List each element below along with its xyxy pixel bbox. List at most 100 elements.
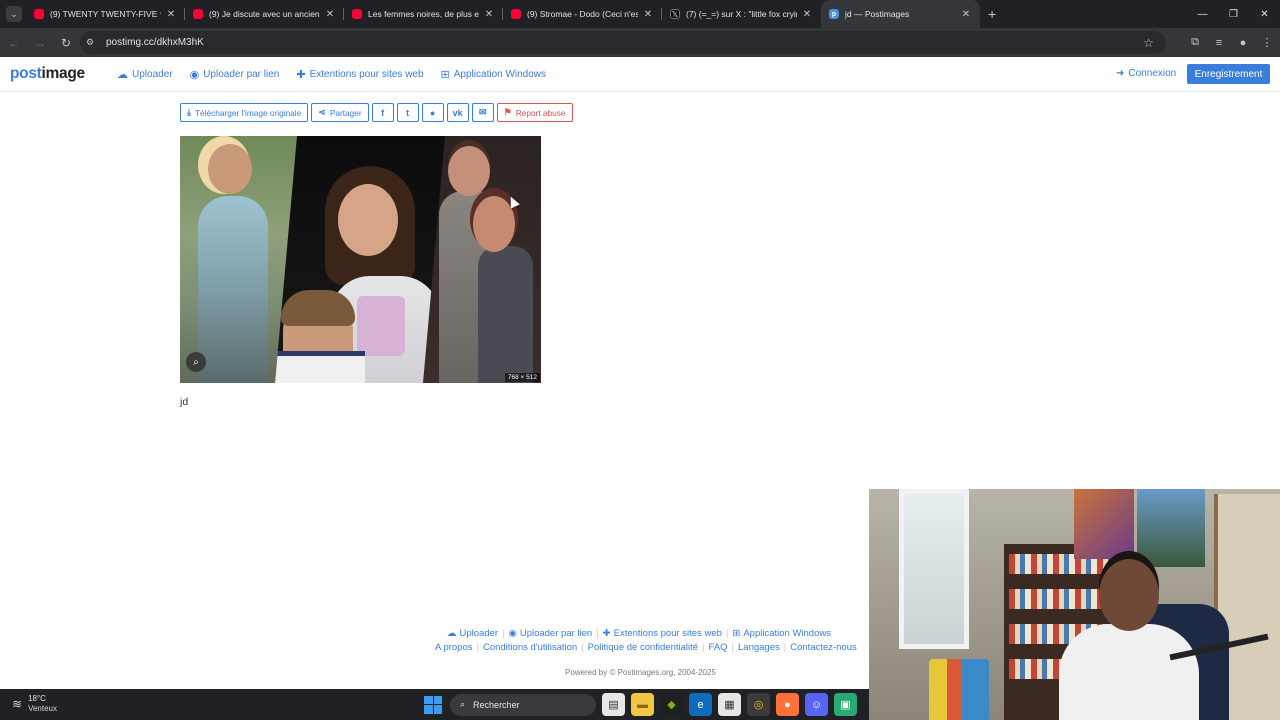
media-controls-icon[interactable]: ≡: [1210, 34, 1228, 52]
bookmark-star-icon[interactable]: ☆: [1143, 36, 1154, 50]
restore-icon[interactable]: ❐: [1218, 0, 1249, 28]
wind-icon: ≋: [12, 697, 23, 711]
new-tab-icon[interactable]: +: [988, 6, 996, 22]
footer-separator: |: [783, 642, 787, 653]
email-share-button[interactable]: ✉: [471, 103, 494, 122]
footer-conditions[interactable]: Conditions d'utilisation: [483, 642, 577, 653]
footer-separator: |: [731, 642, 735, 653]
browser-tab[interactable]: (9) Je discute avec un ancien de ✕: [185, 0, 344, 28]
webcam-scene: [1099, 559, 1159, 631]
tab-title: (9) TWENTY TWENTY-FIVE ⭐: [50, 8, 161, 19]
report-abuse-button[interactable]: ⚑ Report abuse: [496, 103, 573, 122]
facebook-share-button[interactable]: f: [371, 103, 394, 122]
footer-extensions[interactable]: ✚ Extentions pour sites web: [603, 628, 722, 639]
download-label: Télécharger l'image originale: [194, 107, 302, 118]
tab-search-chevron-icon[interactable]: ⌄: [6, 6, 22, 22]
app-icon[interactable]: ▣: [834, 693, 857, 716]
footer-link-label: Uploader par lien: [519, 628, 593, 639]
footer-link-label: Uploader: [459, 628, 499, 639]
taskbar-search[interactable]: ⌕ Rechercher: [450, 693, 596, 716]
file-icon[interactable]: ▤: [602, 693, 625, 716]
download-original-button[interactable]: ⤓ Télécharger l'image originale: [180, 103, 309, 122]
youtube-icon: [511, 9, 521, 19]
browser-tab[interactable]: 𝕏 (7) (=_=) sur X : "little fox crying ✕: [662, 0, 821, 28]
nav-extensions[interactable]: ✚ Extentions pour sites web: [296, 68, 423, 81]
nav-uploader-par-lien[interactable]: ◉ Uploader par lien: [190, 68, 280, 81]
footer-link-label: Application Windows: [743, 628, 831, 639]
browser-tab[interactable]: Les femmes noires, de plus en ✕: [344, 0, 503, 28]
vk-icon: vk: [452, 107, 463, 118]
postimage-logo[interactable]: postimage: [10, 65, 85, 83]
share-button[interactable]: ⋖ Partager: [311, 103, 369, 122]
puzzle-icon: ✚: [602, 628, 611, 639]
weather-widget[interactable]: ≋ 18°C Venteux: [12, 694, 57, 714]
discord-icon[interactable]: ☺: [805, 693, 828, 716]
footer-uploader-par-lien[interactable]: ◉ Uploader par lien: [509, 628, 593, 639]
nav-application-windows[interactable]: ⊞ Application Windows: [441, 68, 546, 81]
firefox-icon[interactable]: ●: [776, 693, 799, 716]
browser-tab[interactable]: (9) TWENTY TWENTY-FIVE ⭐ ✕: [26, 0, 185, 28]
tab-close-icon[interactable]: ✕: [324, 9, 336, 20]
footer-separator: |: [502, 628, 505, 639]
footer-uploader[interactable]: ☁ Uploader: [447, 628, 498, 639]
tab-close-icon[interactable]: ✕: [165, 9, 177, 20]
start-tile: [433, 695, 442, 704]
site-info-icon[interactable]: ⚙: [86, 37, 100, 48]
footer-application-windows[interactable]: ⊞ Application Windows: [732, 628, 831, 639]
browser-tab[interactable]: (9) Stromae - Dodo (Ceci n'est p ✕: [503, 0, 662, 28]
nvidia-icon[interactable]: ◆: [660, 693, 683, 716]
footer-a-propos[interactable]: A propos: [435, 642, 473, 653]
reload-icon[interactable]: ↻: [54, 31, 78, 55]
forward-icon[interactable]: →: [28, 31, 52, 55]
windows-icon: ⊞: [440, 69, 450, 81]
main-nav: ☁ Uploader ◉ Uploader par lien ✚ Extentions…: [117, 68, 546, 81]
webcam-scene: [1137, 489, 1205, 567]
store-icon[interactable]: ▦: [718, 693, 741, 716]
connexion-link[interactable]: ➜ Connexion: [1116, 68, 1176, 79]
window-controls: — ❐ ✕: [1187, 0, 1280, 28]
minimize-icon[interactable]: —: [1187, 0, 1218, 28]
menu-kebab-icon[interactable]: ⋮: [1258, 34, 1276, 52]
twitter-share-button[interactable]: t: [396, 103, 419, 122]
footer-politique[interactable]: Politique de confidentialité: [588, 642, 698, 653]
reddit-share-button[interactable]: ●: [421, 103, 444, 122]
share-label: Partager: [329, 107, 362, 118]
footer-separator: |: [725, 628, 729, 639]
folder-icon[interactable]: ▬: [631, 693, 654, 716]
nav-label: Extentions pour sites web: [309, 69, 424, 80]
nav-label: Application Windows: [453, 69, 547, 80]
nav-uploader[interactable]: ☁ Uploader: [117, 68, 173, 81]
puzzle-icon: ✚: [296, 69, 306, 81]
youtube-icon: [193, 9, 203, 19]
footer-separator: |: [476, 642, 479, 653]
footer-contact[interactable]: Contactez-nous: [790, 642, 857, 653]
lens-search-icon[interactable]: ⌕: [186, 352, 206, 372]
close-window-icon[interactable]: ✕: [1249, 0, 1280, 28]
uploaded-image[interactable]: ⌕ 768 × 512: [180, 136, 541, 383]
footer-langages[interactable]: Langages: [738, 642, 780, 653]
youtube-icon: [352, 9, 362, 19]
footer-faq[interactable]: FAQ: [709, 642, 728, 653]
tab-title: (9) Je discute avec un ancien de: [209, 9, 320, 19]
tab-close-icon[interactable]: ✕: [483, 9, 495, 20]
profile-avatar-icon[interactable]: ●: [1234, 34, 1252, 52]
connexion-label: Connexion: [1128, 68, 1177, 79]
webcam-scene: [1059, 624, 1199, 720]
tab-close-icon[interactable]: ✕: [642, 9, 654, 20]
vk-share-button[interactable]: vk: [446, 103, 469, 122]
browser-tab-active[interactable]: p jd — Postimages ✕: [821, 0, 980, 28]
tab-close-icon[interactable]: ✕: [960, 9, 972, 20]
tab-close-icon[interactable]: ✕: [801, 9, 813, 20]
register-button[interactable]: Enregistrement: [1187, 64, 1270, 84]
back-icon[interactable]: ←: [2, 31, 26, 55]
nav-label: Uploader par lien: [203, 69, 280, 80]
windows-taskbar: ≋ 18°C Venteux ⌕ Rechercher ▤ ▬ ◆ e ▦ ◎ ●…: [0, 689, 869, 720]
extensions-icon[interactable]: ⧉: [1186, 34, 1204, 52]
edge-icon[interactable]: e: [689, 693, 712, 716]
photo-figure: [198, 196, 268, 383]
image-dimensions: 768 × 512: [504, 373, 540, 382]
chrome-icon[interactable]: ◎: [747, 693, 770, 716]
address-bar[interactable]: ⚙ postimg.cc/dkhxM3hK ☆: [80, 31, 1166, 54]
flag-icon: ⚑: [503, 107, 512, 117]
start-windows-icon[interactable]: [424, 695, 442, 714]
